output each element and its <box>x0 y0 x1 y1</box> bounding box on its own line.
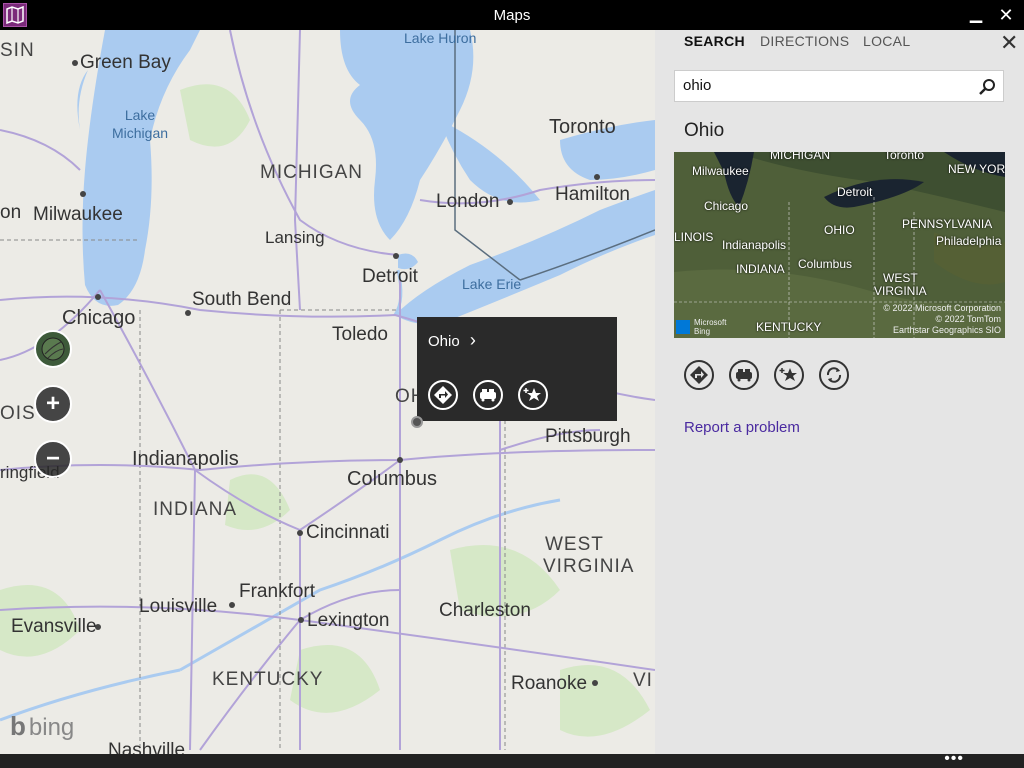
search-box <box>674 70 1004 102</box>
search-input[interactable] <box>683 77 973 94</box>
map-label-frankfort: Frankfort <box>239 581 316 602</box>
globe-icon <box>41 337 65 361</box>
map-label-on: on <box>0 202 22 223</box>
aerial-label-milwaukee: Milwaukee <box>692 164 749 178</box>
map-label-lake-huron: Lake Huron <box>404 30 477 46</box>
report-problem-link[interactable]: Report a problem <box>684 419 800 436</box>
aerial-label-new-york: NEW YORK <box>948 162 1005 176</box>
map-label-michigan: MICHIGAN <box>260 162 363 183</box>
aerial-label-michigan: MICHIGAN <box>770 152 830 162</box>
popup-title-link[interactable]: Ohio › <box>428 330 476 351</box>
aerial-label-detroit: Detroit <box>837 185 873 199</box>
map-label-pittsburgh: Pittsburgh <box>545 426 631 447</box>
refresh-icon <box>826 367 842 383</box>
directions-icon <box>690 366 708 384</box>
map-label-charleston: Charleston <box>439 600 531 621</box>
zoom-in-button[interactable]: + <box>34 385 72 423</box>
minimize-button[interactable]: ▁ <box>962 4 990 26</box>
map-label-toledo: Toledo <box>332 324 388 345</box>
aerial-label-ohio: OHIO <box>824 223 855 237</box>
map-label-south-bend: South Bend <box>192 289 292 310</box>
map-label-indiana: INDIANA <box>153 499 238 520</box>
map-label-detroit: Detroit <box>362 266 418 287</box>
map-label-cincinnati: Cincinnati <box>306 522 390 543</box>
map-label-lake-michigan: Lake Michigan <box>112 107 169 141</box>
tab-directions[interactable]: DIRECTIONS <box>760 33 849 49</box>
location-popup: Ohio › <box>417 317 617 421</box>
map-label-indianapolis: Indianapolis <box>132 448 239 470</box>
map-label-lansing: Lansing <box>265 228 325 247</box>
star-add-icon <box>523 388 541 401</box>
aerial-label-linois: LINOIS <box>674 230 714 244</box>
plus-icon: + <box>45 390 60 417</box>
aerial-label-indianapolis: Indianapolis <box>722 238 787 252</box>
app-bar: ••• <box>0 750 1024 768</box>
aerial-ms-bing-logo: Microsoft Bing <box>694 318 727 336</box>
aerial-label-kentucky: KENTUCKY <box>756 320 822 334</box>
tab-search[interactable]: SEARCH <box>684 33 745 49</box>
directions-icon <box>434 386 452 404</box>
map-label-nashville: Nashville <box>108 740 186 754</box>
map-label-chicago: Chicago <box>62 307 136 329</box>
map-style-button[interactable] <box>34 330 72 368</box>
map-label-vi: VI <box>633 670 653 691</box>
map-label-ois: OIS <box>0 403 36 424</box>
map-label-kentucky: KENTUCKY <box>212 669 324 690</box>
zoom-out-button[interactable]: − <box>34 440 72 478</box>
traffic-icon <box>480 389 496 402</box>
bing-logo: b bing <box>10 711 75 741</box>
map-label-lexington: Lexington <box>307 610 390 631</box>
map-label-london: London <box>436 191 500 212</box>
share-button[interactable] <box>819 360 849 390</box>
popup-directions-button[interactable] <box>428 380 458 410</box>
close-window-button[interactable]: ✕ <box>992 4 1020 26</box>
window-title: Maps <box>493 7 531 24</box>
search-icon <box>979 79 995 95</box>
map-label-lake-erie: Lake Erie <box>462 276 522 292</box>
popup-title: Ohio <box>428 333 460 350</box>
map-canvas[interactable]: SIN Green Bay Lake Michigan Lake Huron M… <box>0 30 655 754</box>
map-label-green-bay: Green Bay <box>80 52 171 73</box>
location-pin[interactable] <box>411 416 423 428</box>
aerial-label-philadelphia: Philadelphia <box>936 234 1002 248</box>
aerial-label-chicago: Chicago <box>704 199 749 213</box>
map-label-columbus: Columbus <box>347 468 438 490</box>
aerial-label-columbus: Columbus <box>798 257 853 271</box>
aerial-label-pennsylvania: PENNSYLVANIA <box>902 217 993 231</box>
result-title: Ohio <box>684 120 725 141</box>
search-button[interactable] <box>977 77 997 97</box>
directions-button[interactable] <box>684 360 714 390</box>
search-panel: SEARCH DIRECTIONS LOCAL ✕ Ohio MICHIGAN … <box>655 30 1024 754</box>
add-favorite-button[interactable] <box>774 360 804 390</box>
popup-traffic-button[interactable] <box>473 380 503 410</box>
tab-local[interactable]: LOCAL <box>863 33 910 49</box>
star-add-icon <box>779 368 797 381</box>
map-label-roanoke: Roanoke <box>511 673 588 694</box>
close-panel-button[interactable]: ✕ <box>1000 30 1018 56</box>
map-label-hamilton: Hamilton <box>555 184 630 205</box>
aerial-thumbnail[interactable]: MICHIGAN Toronto Milwaukee Detroit NEW Y… <box>674 152 1005 338</box>
title-bar: Maps ▁ ✕ <box>0 0 1024 30</box>
aerial-label-toronto: Toronto <box>884 152 925 162</box>
aerial-copyright: © 2022 Microsoft Corporation © 2022 TomT… <box>883 303 1001 335</box>
map-label-louisville: Louisville <box>139 596 218 617</box>
traffic-icon <box>736 369 752 382</box>
more-options-button[interactable]: ••• <box>944 750 964 768</box>
map-label-milwaukee: Milwaukee <box>33 204 123 225</box>
popup-add-favorite-button[interactable] <box>518 380 548 410</box>
map-label-toronto: Toronto <box>549 116 616 138</box>
aerial-label-indiana: INDIANA <box>736 262 785 276</box>
traffic-button[interactable] <box>729 360 759 390</box>
map-label-sin: SIN <box>0 40 35 61</box>
minus-icon: − <box>45 445 60 472</box>
aerial-label-west-virginia: WEST VIRGINIA <box>874 271 927 298</box>
map-label-virginia: VIRGINIA <box>543 556 635 577</box>
map-label-evansville: Evansville <box>11 616 97 637</box>
chevron-right-icon: › <box>469 330 476 350</box>
map-label-west: WEST <box>545 534 604 555</box>
